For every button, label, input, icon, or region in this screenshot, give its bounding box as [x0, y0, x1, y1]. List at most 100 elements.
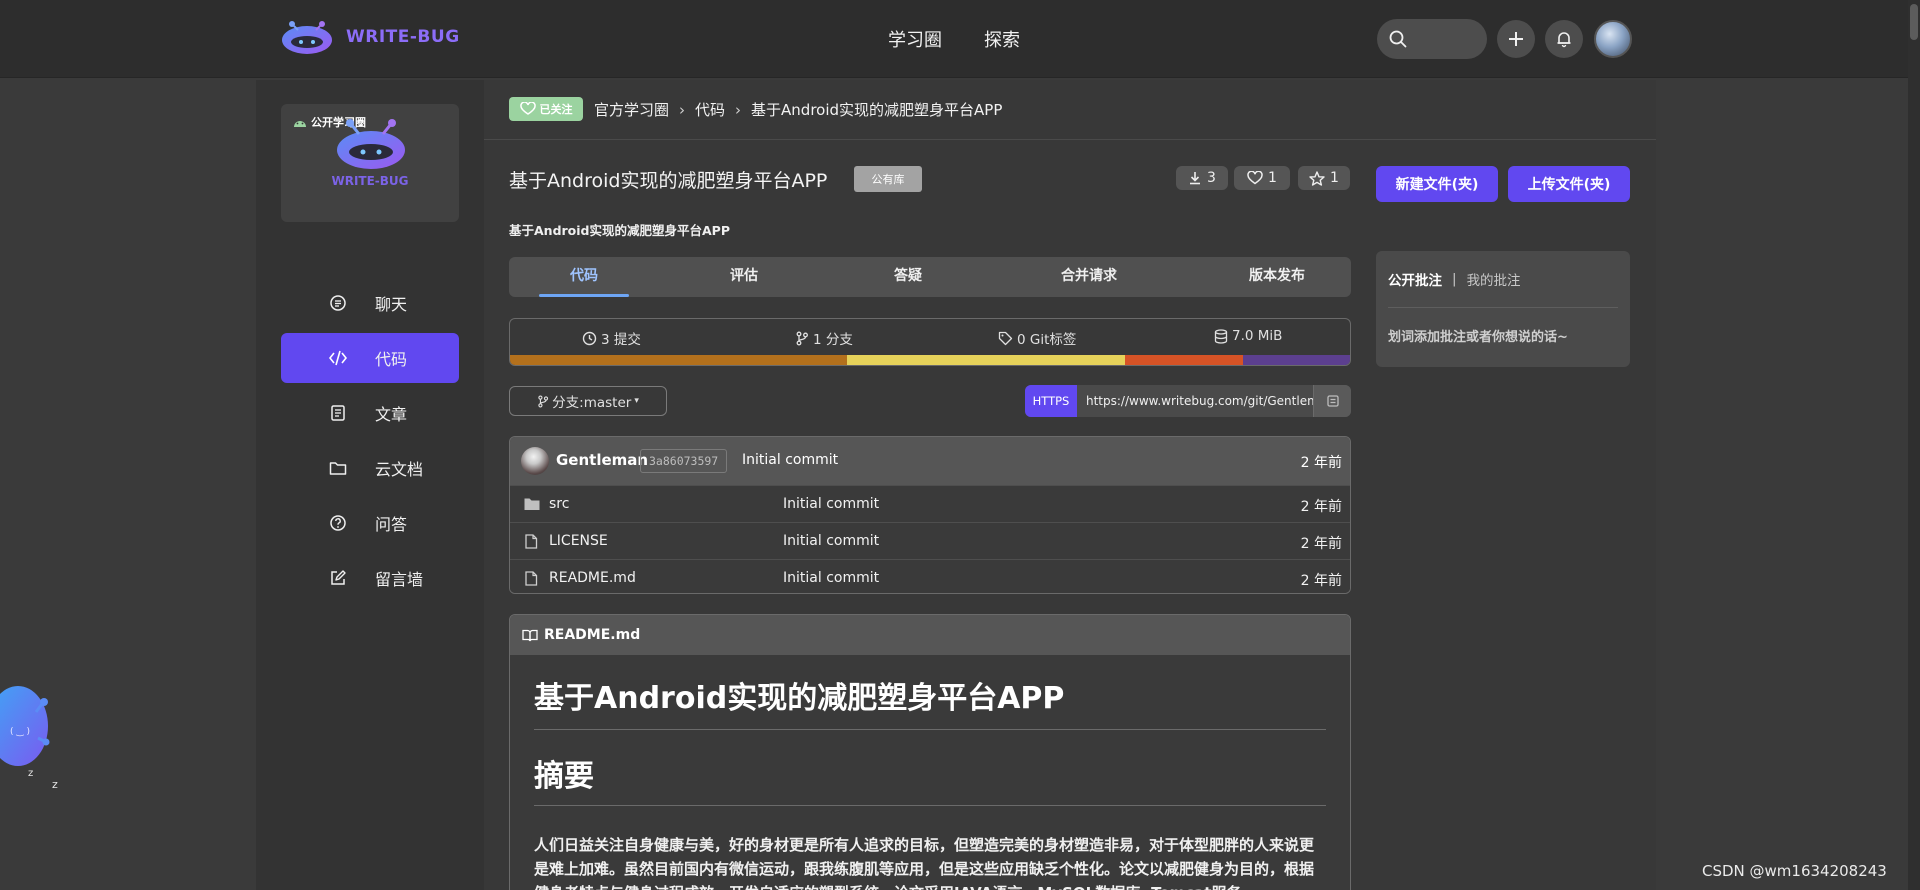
tab-public-annotations[interactable]: 公开批注 [1388, 269, 1442, 289]
chat-icon [330, 295, 346, 311]
clone-protocol[interactable]: HTTPS [1025, 385, 1077, 417]
group-name: WRITE-BUG [331, 174, 409, 188]
sidebar-item-label: 留言墙 [375, 570, 424, 589]
study-circle-card[interactable]: 公开学习圈 WRITE-BUG [281, 104, 459, 222]
heart-icon [1247, 171, 1263, 185]
follow-label: 已关注 [539, 103, 573, 116]
scrollbar-thumb[interactable] [1910, 4, 1918, 40]
commit-hash[interactable]: 3a86073597 [640, 449, 728, 473]
readme-paragraph: 人们日益关注自身健康与美，好的身材更是所有人追求的目标，但塑造完美的身材塑造非易… [534, 836, 1315, 890]
commit-message[interactable]: Initial commit [742, 452, 838, 468]
language-bar-segment [1242, 355, 1350, 365]
tab-qa[interactable]: 答疑 [863, 257, 953, 297]
nav-item-study-circle[interactable]: 学习圈 [888, 26, 942, 52]
breadcrumb-item-code[interactable]: 代码 [695, 99, 725, 120]
commits-stat[interactable]: 3 提交 [582, 328, 641, 348]
sidebar-item-label: 代码 [375, 350, 408, 369]
tab-releases[interactable]: 版本发布 [1217, 257, 1337, 297]
tab-evaluation[interactable]: 评估 [699, 257, 789, 297]
sidebar-item-cloud-docs[interactable]: 云文档 [281, 443, 459, 493]
copy-url-button[interactable] [1313, 385, 1351, 417]
commit-author[interactable]: Gentleman [556, 451, 648, 469]
floating-mascot-icon[interactable]: ( ‿ ) z z [0, 664, 70, 794]
tags-count: 0 Git标签 [1017, 332, 1077, 348]
annotation-hint: 划词添加批注或者你想说的话~ [1388, 330, 1568, 345]
file-commit-time: 2 年前 [1300, 573, 1342, 589]
language-bar-segment [510, 355, 847, 365]
site-logo[interactable]: WRITE-BUG [280, 18, 460, 56]
tags-stat[interactable]: 0 Git标签 [998, 328, 1076, 348]
code-icon [329, 350, 347, 366]
watermark: CSDN @wm1634208243 [1702, 862, 1887, 880]
tab-merge-requests[interactable]: 合并请求 [1029, 257, 1149, 297]
article-icon [331, 405, 345, 421]
breadcrumb-item-repo: 基于Android实现的减肥塑身平台APP [751, 101, 1003, 119]
sidebar-item-article[interactable]: 文章 [281, 388, 459, 438]
tab-code[interactable]: 代码 [539, 257, 629, 297]
branches-stat[interactable]: 1 分支 [795, 328, 853, 348]
tab-separator: | [1452, 271, 1457, 287]
repo-tabs: 代码 评估 答疑 合并请求 版本发布 [509, 257, 1351, 297]
android-icon [294, 121, 306, 127]
file-commit-time: 2 年前 [1300, 536, 1342, 552]
main-nav: 学习圈 探索 [888, 26, 1020, 52]
clone-url-input[interactable]: https://www.writebug.com/git/Gentleman/x… [1077, 385, 1313, 417]
file-name[interactable]: LICENSE [549, 533, 608, 549]
star-count[interactable]: 1 [1298, 166, 1350, 190]
file-row[interactable]: LICENSE Initial commit 2 年前 [510, 522, 1350, 559]
annotation-divider [1388, 307, 1618, 308]
language-bar [510, 355, 1350, 365]
follow-button[interactable]: 已关注 [509, 97, 583, 121]
plus-icon [1509, 32, 1523, 46]
download-count[interactable]: 3 [1176, 166, 1228, 190]
file-commit-message[interactable]: Initial commit [783, 533, 879, 549]
commits-count: 3 提交 [601, 332, 641, 348]
sidebar-item-label: 问答 [375, 515, 408, 534]
svg-text:( ‿ ): ( ‿ ) [10, 727, 30, 737]
database-icon [1214, 328, 1228, 344]
file-name[interactable]: src [549, 496, 569, 512]
file-row[interactable]: src Initial commit 2 年前 [510, 485, 1350, 522]
download-icon [1190, 172, 1201, 185]
commit-author-avatar[interactable] [521, 447, 549, 475]
file-commit-time: 2 年前 [1300, 499, 1342, 515]
branch-label: 分支:master [552, 395, 632, 411]
branch-selector[interactable]: 分支:master ▾ [509, 386, 667, 416]
file-commit-message[interactable]: Initial commit [783, 570, 879, 586]
file-icon [525, 534, 538, 549]
bell-icon [1557, 32, 1571, 48]
nav-item-explore[interactable]: 探索 [984, 26, 1020, 52]
star-icon [1309, 170, 1325, 186]
repo-title: 基于Android实现的减肥塑身平台APP [509, 170, 828, 192]
file-name[interactable]: README.md [549, 570, 636, 586]
tag-icon [998, 331, 1013, 345]
tab-my-annotations[interactable]: 我的批注 [1467, 269, 1521, 289]
sidebar-item-chat[interactable]: 聊天 [281, 278, 459, 328]
sidebar-item-qa[interactable]: 问答 [281, 498, 459, 548]
visibility-badge: 公有库 [854, 166, 922, 192]
repo-size: 7.0 MiB [1232, 328, 1283, 344]
svg-text:z: z [28, 768, 33, 779]
add-button[interactable] [1497, 20, 1535, 58]
file-commit-message[interactable]: Initial commit [783, 496, 879, 512]
user-avatar[interactable] [1594, 20, 1632, 58]
search-input[interactable] [1377, 19, 1487, 59]
clone-url-box: HTTPS https://www.writebug.com/git/Gentl… [1025, 385, 1351, 417]
language-bar-segment [1124, 355, 1243, 365]
breadcrumb-bar: 已关注 官方学习圈 › 代码 › 基于Android实现的减肥塑身平台APP [484, 80, 1656, 140]
readme-panel: README.md 基于Android实现的减肥塑身平台APP 摘要 人们日益关… [509, 614, 1351, 890]
page-scrollbar[interactable] [1908, 0, 1920, 890]
like-count[interactable]: 1 [1234, 166, 1290, 190]
breadcrumb-item-official-circle[interactable]: 官方学习圈 [594, 99, 669, 120]
sidebar-item-label: 聊天 [375, 295, 408, 314]
upload-file-button[interactable]: 上传文件(夹) [1508, 166, 1630, 202]
notifications-button[interactable] [1545, 20, 1583, 58]
sidebar-item-message-wall[interactable]: 留言墙 [281, 553, 459, 603]
file-row[interactable]: README.md Initial commit 2 年前 [510, 559, 1350, 593]
book-icon [522, 629, 538, 641]
left-sidebar: 公开学习圈 WRITE-BUG 聊天 代码 文章 云文档 问答 留言墙 [256, 80, 484, 890]
branches-count: 1 分支 [813, 332, 853, 348]
new-file-button[interactable]: 新建文件(夹) [1376, 166, 1498, 202]
caret-down-icon: ▾ [634, 396, 639, 406]
sidebar-item-code[interactable]: 代码 [281, 333, 459, 383]
